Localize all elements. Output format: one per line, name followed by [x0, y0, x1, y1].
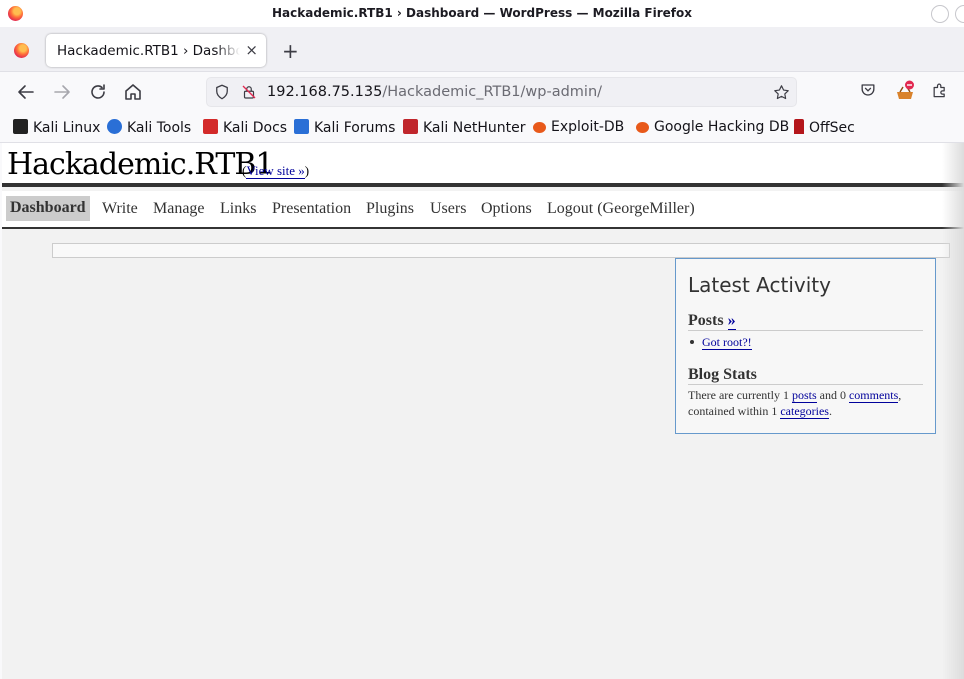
blog-stats-text: There are currently 1 posts and 0 commen…	[688, 387, 923, 419]
bookmark-google-hacking-db[interactable]: Google Hacking DB	[636, 119, 789, 135]
tab-dashboard[interactable]: Hackademic.RTB1 › Dashboard ×	[46, 34, 266, 67]
tab-title: Hackademic.RTB1 › Dashboard	[57, 43, 240, 59]
posts-list: Got root?!	[690, 335, 752, 350]
extensions-puzzle-icon[interactable]	[930, 80, 950, 100]
shield-icon[interactable]	[213, 83, 231, 101]
site-title: Hackademic.RTB1	[7, 147, 274, 182]
offsec-icon	[794, 119, 804, 134]
post-link-got-root[interactable]: Got root?!	[702, 335, 752, 350]
admin-menu: Dashboard Write Manage Links Presentatio…	[2, 191, 964, 229]
ghdb-icon	[636, 122, 649, 133]
menu-plugins[interactable]: Plugins	[366, 200, 414, 218]
kali-dragon-icon	[13, 119, 28, 134]
forward-arrow-icon[interactable]	[50, 80, 74, 104]
stats-text: .	[828, 404, 832, 418]
menu-dashboard[interactable]: Dashboard	[6, 196, 90, 221]
bookmark-star-icon[interactable]	[772, 83, 791, 102]
bookmark-label: Exploit-DB	[551, 119, 625, 135]
bookmark-label: OffSec	[809, 120, 855, 136]
stats-text: There are currently 1	[688, 388, 792, 402]
window-title: Hackademic.RTB1 › Dashboard — WordPress …	[272, 6, 692, 20]
bookmark-kali-forums[interactable]: Kali Forums	[294, 119, 395, 136]
wp-header: Hackademic.RTB1 (View site »)	[2, 143, 964, 187]
insecure-lock-icon[interactable]	[240, 83, 258, 101]
stats-text: and 0	[816, 388, 849, 402]
list-bullet	[690, 340, 694, 344]
menu-users[interactable]: Users	[430, 200, 466, 218]
minimize-button[interactable]	[931, 5, 949, 23]
firefox-view-icon[interactable]	[14, 43, 29, 58]
latest-activity-box: Latest Activity Posts » Got root?! Blog …	[675, 258, 936, 434]
kali-tools-icon	[107, 119, 122, 134]
menu-links[interactable]: Links	[220, 200, 256, 218]
bookmark-label: Kali NetHunter	[423, 120, 526, 136]
exploit-db-icon	[533, 122, 546, 133]
window-titlebar: Hackademic.RTB1 › Dashboard — WordPress …	[0, 0, 964, 27]
bookmark-label: Kali Tools	[127, 120, 192, 136]
paren-close: )	[304, 163, 310, 178]
back-arrow-icon[interactable]	[14, 80, 38, 104]
view-site: (View site »)	[242, 163, 309, 179]
bookmarks-toolbar: Kali Linux Kali Tools Kali Docs Kali For…	[0, 112, 964, 143]
page-content: Hackademic.RTB1 (View site ») Dashboard …	[2, 143, 964, 679]
menu-presentation[interactable]: Presentation	[272, 200, 351, 218]
tab-strip: Hackademic.RTB1 › Dashboard × +	[0, 27, 964, 72]
bookmark-kali-linux[interactable]: Kali Linux	[13, 119, 100, 136]
maximize-button[interactable]	[955, 5, 964, 23]
kali-nethunter-icon	[403, 119, 418, 134]
new-tab-button[interactable]: +	[282, 39, 299, 63]
kali-forums-icon	[294, 119, 309, 134]
latest-activity-heading: Latest Activity	[688, 273, 831, 297]
bookmark-label: Kali Docs	[223, 120, 288, 136]
categories-link[interactable]: categories	[780, 404, 829, 419]
basket-icon	[897, 80, 914, 99]
bookmark-offsec[interactable]: OffSec	[794, 119, 855, 136]
menu-options[interactable]: Options	[481, 200, 532, 218]
bookmark-kali-tools[interactable]: Kali Tools	[107, 119, 191, 136]
blog-stats-heading: Blog Stats	[688, 366, 923, 385]
reload-icon[interactable]	[86, 80, 110, 104]
kali-docs-icon	[203, 119, 218, 134]
comments-link[interactable]: comments	[848, 388, 899, 403]
bookmark-kali-nethunter[interactable]: Kali NetHunter	[403, 119, 525, 136]
bookmark-label: Kali Forums	[314, 120, 396, 136]
navigation-toolbar: 192.168.75.135/Hackademic_RTB1/wp-admin/	[0, 72, 964, 112]
pocket-icon[interactable]	[858, 80, 878, 100]
tab-close-icon[interactable]: ×	[245, 41, 258, 59]
url-text[interactable]: 192.168.75.135/Hackademic_RTB1/wp-admin/	[267, 84, 602, 100]
menu-logout[interactable]: Logout (GeorgeMiller)	[547, 200, 695, 218]
bookmark-kali-docs[interactable]: Kali Docs	[203, 119, 287, 136]
menu-write[interactable]: Write	[102, 200, 138, 218]
url-host: 192.168.75.135	[267, 84, 383, 100]
bookmark-label: Kali Linux	[33, 120, 101, 136]
home-icon[interactable]	[121, 80, 145, 104]
url-bar[interactable]: 192.168.75.135/Hackademic_RTB1/wp-admin/	[206, 77, 797, 107]
bookmark-label: Google Hacking DB	[654, 119, 790, 135]
posts-count-link[interactable]: posts	[791, 388, 817, 403]
dashboard-top-box	[52, 243, 950, 258]
posts-more-link[interactable]: »	[727, 312, 736, 330]
bookmark-exploit-db[interactable]: Exploit-DB	[533, 119, 624, 135]
extension-blocked-icon[interactable]	[893, 80, 917, 104]
url-path: /Hackademic_RTB1/wp-admin/	[382, 84, 603, 100]
posts-heading-label: Posts	[688, 312, 724, 329]
scroll-shade	[942, 143, 964, 679]
menu-manage[interactable]: Manage	[153, 200, 205, 218]
posts-heading: Posts »	[688, 312, 923, 331]
view-site-link[interactable]: View site »	[246, 163, 305, 179]
